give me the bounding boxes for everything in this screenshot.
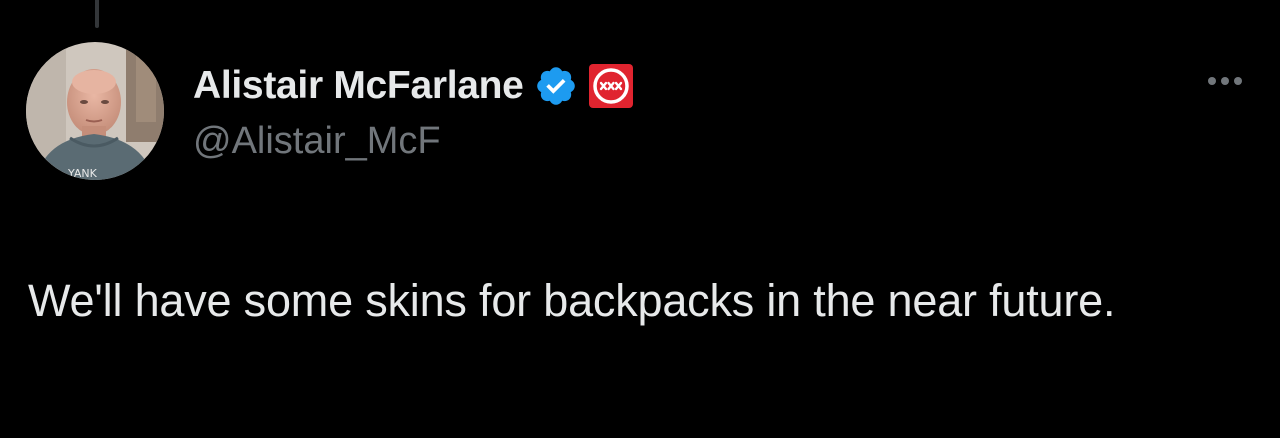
affiliate-badge-icon[interactable]: [586, 61, 636, 111]
avatar[interactable]: YANK: [26, 42, 164, 180]
tweet-text: We'll have some skins for backpacks in t…: [28, 275, 1116, 326]
more-horizontal-icon: [1234, 77, 1242, 85]
author-display-name[interactable]: Alistair McFarlane: [193, 64, 524, 108]
thread-connector-line: [95, 0, 99, 28]
more-options-button[interactable]: [1200, 66, 1250, 96]
verified-checkmark-icon[interactable]: [534, 64, 578, 108]
author-name-row: Alistair McFarlane: [193, 58, 636, 114]
more-horizontal-icon: [1221, 77, 1229, 85]
avatar-photo: YANK: [26, 42, 164, 180]
svg-text:YANK: YANK: [67, 167, 98, 180]
more-horizontal-icon: [1208, 77, 1216, 85]
author-handle[interactable]: @Alistair_McF: [193, 120, 441, 163]
